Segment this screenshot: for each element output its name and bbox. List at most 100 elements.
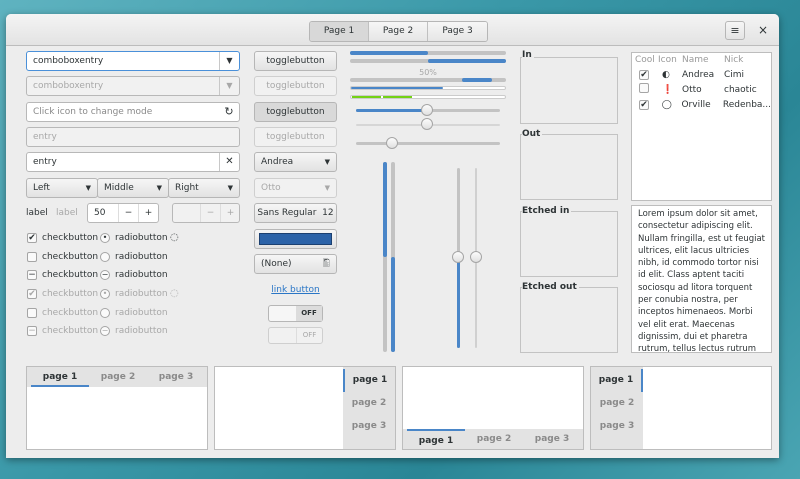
font-button[interactable]: Sans Regular 12	[254, 203, 337, 223]
vscale-4-handle[interactable]	[470, 251, 482, 263]
radio-unchecked-icon	[100, 308, 110, 318]
frame-etched-out: Etched out	[520, 282, 618, 353]
checkbox-checked-icon[interactable]: ✔	[639, 70, 649, 80]
vscale-fill	[391, 257, 395, 352]
radiobutton: − radiobutton	[100, 326, 168, 336]
switch-2-state: OFF	[296, 328, 322, 343]
tab-page-2[interactable]: Page 2	[369, 22, 428, 41]
combobox-entry-disabled-text: comboboxentry	[33, 81, 104, 91]
notebook-tab[interactable]: page 2	[89, 367, 147, 387]
radiobutton[interactable]: • radiobutton	[100, 231, 168, 245]
tab-page-1[interactable]: Page 1	[310, 22, 369, 41]
label: label	[26, 208, 48, 218]
column-nick[interactable]: Nick	[724, 53, 743, 68]
notebook-tab[interactable]: page 3	[523, 429, 581, 449]
notebook-tab[interactable]: page 1	[343, 369, 395, 392]
tree-row[interactable]: ❗ Otto chaotic	[632, 82, 771, 98]
checkbox-mixed-icon: −	[27, 326, 37, 336]
hamburger-menu-icon[interactable]: ≡	[725, 21, 745, 40]
column-icon[interactable]: Icon	[658, 53, 682, 68]
switch-1[interactable]: OFF	[268, 305, 323, 322]
radio-mixed-icon: −	[100, 270, 110, 280]
mode-entry[interactable]: Click icon to change mode ↻	[26, 102, 240, 122]
refresh-icon[interactable]: ↻	[219, 103, 239, 121]
stack-switcher: Page 1 Page 2 Page 3	[309, 21, 488, 42]
radiobutton: radiobutton	[100, 306, 168, 320]
scale-1-handle[interactable]	[421, 104, 433, 116]
color-swatch	[259, 233, 332, 245]
checkbutton: ✔ checkbutton	[27, 289, 99, 299]
color-button[interactable]	[254, 229, 337, 249]
chevron-down-icon: ▼	[227, 184, 233, 192]
label-disabled: label	[56, 208, 78, 218]
scale-2-handle[interactable]	[421, 118, 433, 130]
notebook-tab[interactable]: page 2	[591, 392, 643, 415]
spin-button-disabled: − +	[172, 203, 240, 223]
togglebutton-1[interactable]: togglebutton	[254, 51, 337, 71]
togglebutton-2: togglebutton	[254, 76, 337, 96]
checkbutton[interactable]: − checkbutton	[27, 268, 98, 282]
clear-icon[interactable]: ✕	[219, 153, 239, 171]
combo-andrea[interactable]: Andrea ▼	[254, 152, 337, 172]
notebook-2: page 1 page 2 page 3	[214, 366, 396, 450]
vscale-1[interactable]	[383, 162, 387, 352]
vscale-3-handle[interactable]	[452, 251, 464, 263]
scale-fill	[356, 109, 428, 112]
checkbox-unchecked-icon	[27, 308, 37, 318]
progress-bar-3	[350, 86, 506, 90]
checkbox-checked-icon: ✔	[27, 233, 37, 243]
close-button[interactable]: ×	[754, 21, 772, 40]
notebook-tab[interactable]: page 3	[591, 415, 643, 438]
notebook-tab[interactable]: page 2	[343, 392, 395, 415]
notebook-tab[interactable]: page 3	[147, 367, 205, 387]
chevron-down-icon[interactable]: ▼	[219, 52, 239, 70]
combo-otto: Otto ▼	[254, 178, 337, 198]
spin-minus[interactable]: −	[118, 204, 138, 222]
radiobutton[interactable]: radiobutton	[100, 250, 168, 264]
level-bar	[350, 95, 506, 99]
spin-button[interactable]: 50 − +	[87, 203, 159, 223]
scale-3-handle[interactable]	[386, 137, 398, 149]
scale-3[interactable]	[356, 142, 500, 145]
checkbutton[interactable]: checkbutton	[27, 250, 98, 264]
linked-right[interactable]: Right ▼	[168, 178, 240, 198]
row-icon: ❗	[662, 85, 674, 95]
notebook-tab[interactable]: page 1	[31, 367, 89, 387]
linked-middle[interactable]: Middle ▼	[97, 178, 169, 198]
vscale-2[interactable]	[391, 162, 395, 352]
chevron-down-icon: ▼	[324, 158, 330, 166]
row-name: Andrea	[682, 70, 715, 80]
checkbox-unchecked-icon[interactable]	[639, 82, 649, 93]
text-view[interactable]: Lorem ipsum dolor sit amet, consectetur …	[631, 205, 772, 353]
linked-left[interactable]: Left ▼	[26, 178, 98, 198]
link-button[interactable]: link button	[254, 285, 337, 295]
file-chooser-button[interactable]: (None) 🖺	[254, 254, 337, 274]
chevron-down-icon: ▼	[156, 184, 162, 192]
mode-entry-placeholder: Click icon to change mode	[33, 107, 153, 117]
notebook-tab[interactable]: page 3	[343, 415, 395, 438]
radio-checked-icon: •	[100, 289, 110, 299]
notebook-4: page 1 page 2 page 3	[590, 366, 772, 450]
tree-row[interactable]: ✔ ◐ Andrea Cimi	[632, 68, 771, 83]
combobox-entry[interactable]: comboboxentry ▼	[26, 51, 240, 71]
tree-row[interactable]: ✔ ◯ Orville Redenba...	[632, 98, 771, 113]
column-name[interactable]: Name	[682, 53, 724, 68]
togglebutton-3[interactable]: togglebutton	[254, 102, 337, 122]
togglebutton-4: togglebutton	[254, 127, 337, 147]
tab-page-3[interactable]: Page 3	[428, 22, 487, 41]
row-nick: chaotic	[724, 85, 757, 95]
checkbox-checked-icon[interactable]: ✔	[639, 100, 649, 110]
notebook-tab[interactable]: page 2	[465, 429, 523, 449]
frame-label: Etched out	[522, 282, 579, 292]
row-icon: ◯	[661, 100, 672, 110]
progress-bar-pulse	[350, 78, 506, 82]
clear-entry[interactable]: entry ✕	[26, 152, 240, 172]
vscale-fill	[457, 258, 460, 348]
notebook-tab[interactable]: page 1	[407, 429, 465, 449]
notebook-tab[interactable]: page 1	[591, 369, 643, 392]
checkbutton[interactable]: ✔ checkbutton	[27, 231, 98, 245]
radiobutton[interactable]: − radiobutton	[100, 268, 168, 282]
column-cool[interactable]: Cool	[632, 53, 658, 68]
spin-plus[interactable]: +	[138, 204, 158, 222]
radiobutton: • radiobutton	[100, 287, 168, 301]
